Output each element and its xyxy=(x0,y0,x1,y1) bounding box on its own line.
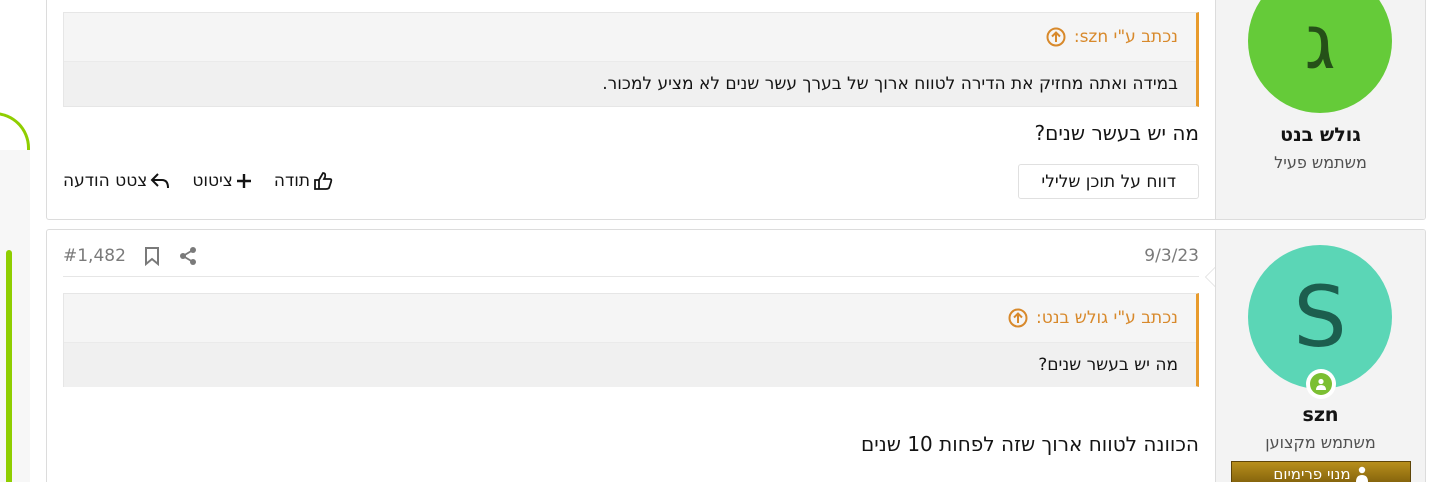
sidebar-panel xyxy=(0,150,30,482)
quote-text: מה יש בעשר שנים? xyxy=(64,342,1196,387)
post-content: 9/3/23 #1,482 נכתב ע"י גולש בנט: מה יש ב… xyxy=(63,230,1199,482)
user-icon xyxy=(1355,466,1369,482)
user-info: ג גולש בנט משתמש פעיל xyxy=(1215,0,1425,219)
banner-label: מנוי פרימיום xyxy=(1273,465,1351,482)
report-button[interactable]: דווח על תוכן שלילי xyxy=(1018,164,1199,199)
quote-block: נכתב ע"י szn: במידה ואתה מחזיק את הדירה … xyxy=(63,12,1199,107)
user-title: משתמש מקצוען xyxy=(1265,433,1376,452)
thumbs-up-icon xyxy=(313,171,333,191)
bookmark-icon[interactable] xyxy=(144,246,160,266)
reply-label: צטט הודעה xyxy=(63,171,148,191)
avatar[interactable]: S xyxy=(1248,245,1392,389)
sidebar-scroll-indicator[interactable] xyxy=(6,250,12,482)
reply-button[interactable]: צטט הודעה xyxy=(63,171,170,191)
online-status-icon xyxy=(1306,369,1336,399)
username[interactable]: szn xyxy=(1216,404,1425,426)
message-body: מה יש בעשר שנים? xyxy=(1034,121,1199,145)
post-actions: צטט הודעה ציטוט תודה xyxy=(63,171,333,191)
post-content: נכתב ע"י szn: במידה ואתה מחזיק את הדירה … xyxy=(63,0,1199,219)
thanks-label: תודה xyxy=(273,171,311,191)
thanks-button[interactable]: תודה xyxy=(274,171,333,191)
post-date[interactable]: 9/3/23 xyxy=(1144,246,1199,266)
username[interactable]: גולש בנט xyxy=(1216,124,1425,146)
avatar-letter: ג xyxy=(1304,0,1336,86)
post-tools: #1,482 xyxy=(63,246,198,266)
post: S szn משתמש מקצוען מנוי פרימיום 9/3/23 #… xyxy=(46,229,1426,482)
avatar[interactable]: ג xyxy=(1248,0,1392,113)
quote-text: במידה ואתה מחזיק את הדירה לטווח ארוך של … xyxy=(64,61,1196,106)
reply-icon xyxy=(150,172,170,190)
quote-block: נכתב ע"י גולש בנט: מה יש בעשר שנים? xyxy=(63,293,1199,387)
post: ג גולש בנט משתמש פעיל נכתב ע"י szn: במיד… xyxy=(46,0,1426,220)
quote-label: ציטוט xyxy=(192,171,233,191)
arrow-up-circle-icon[interactable] xyxy=(1046,27,1066,47)
premium-banner: מנוי פרימיום xyxy=(1231,461,1411,482)
quote-header[interactable]: נכתב ע"י szn: xyxy=(64,13,1196,61)
share-icon[interactable] xyxy=(178,246,198,266)
user-title: משתמש פעיל xyxy=(1274,153,1367,172)
quote-author[interactable]: נכתב ע"י גולש בנט: xyxy=(1036,308,1178,328)
quote-header[interactable]: נכתב ע"י גולש בנט: xyxy=(64,294,1196,342)
post-number[interactable]: #1,482 xyxy=(63,246,126,266)
arrow-up-circle-icon[interactable] xyxy=(1008,308,1028,328)
quote-author[interactable]: נכתב ע"י szn: xyxy=(1074,27,1178,47)
message-pointer xyxy=(1205,267,1215,287)
message-body: הכוונה לטווח ארוך שזה לפחות 10 שנים xyxy=(861,432,1199,456)
post-meta: 9/3/23 #1,482 xyxy=(63,246,1199,277)
user-info: S szn משתמש מקצוען מנוי פרימיום xyxy=(1215,230,1425,482)
quote-button[interactable]: ציטוט xyxy=(192,171,252,191)
avatar-letter: S xyxy=(1293,268,1347,366)
plus-icon xyxy=(236,173,252,189)
